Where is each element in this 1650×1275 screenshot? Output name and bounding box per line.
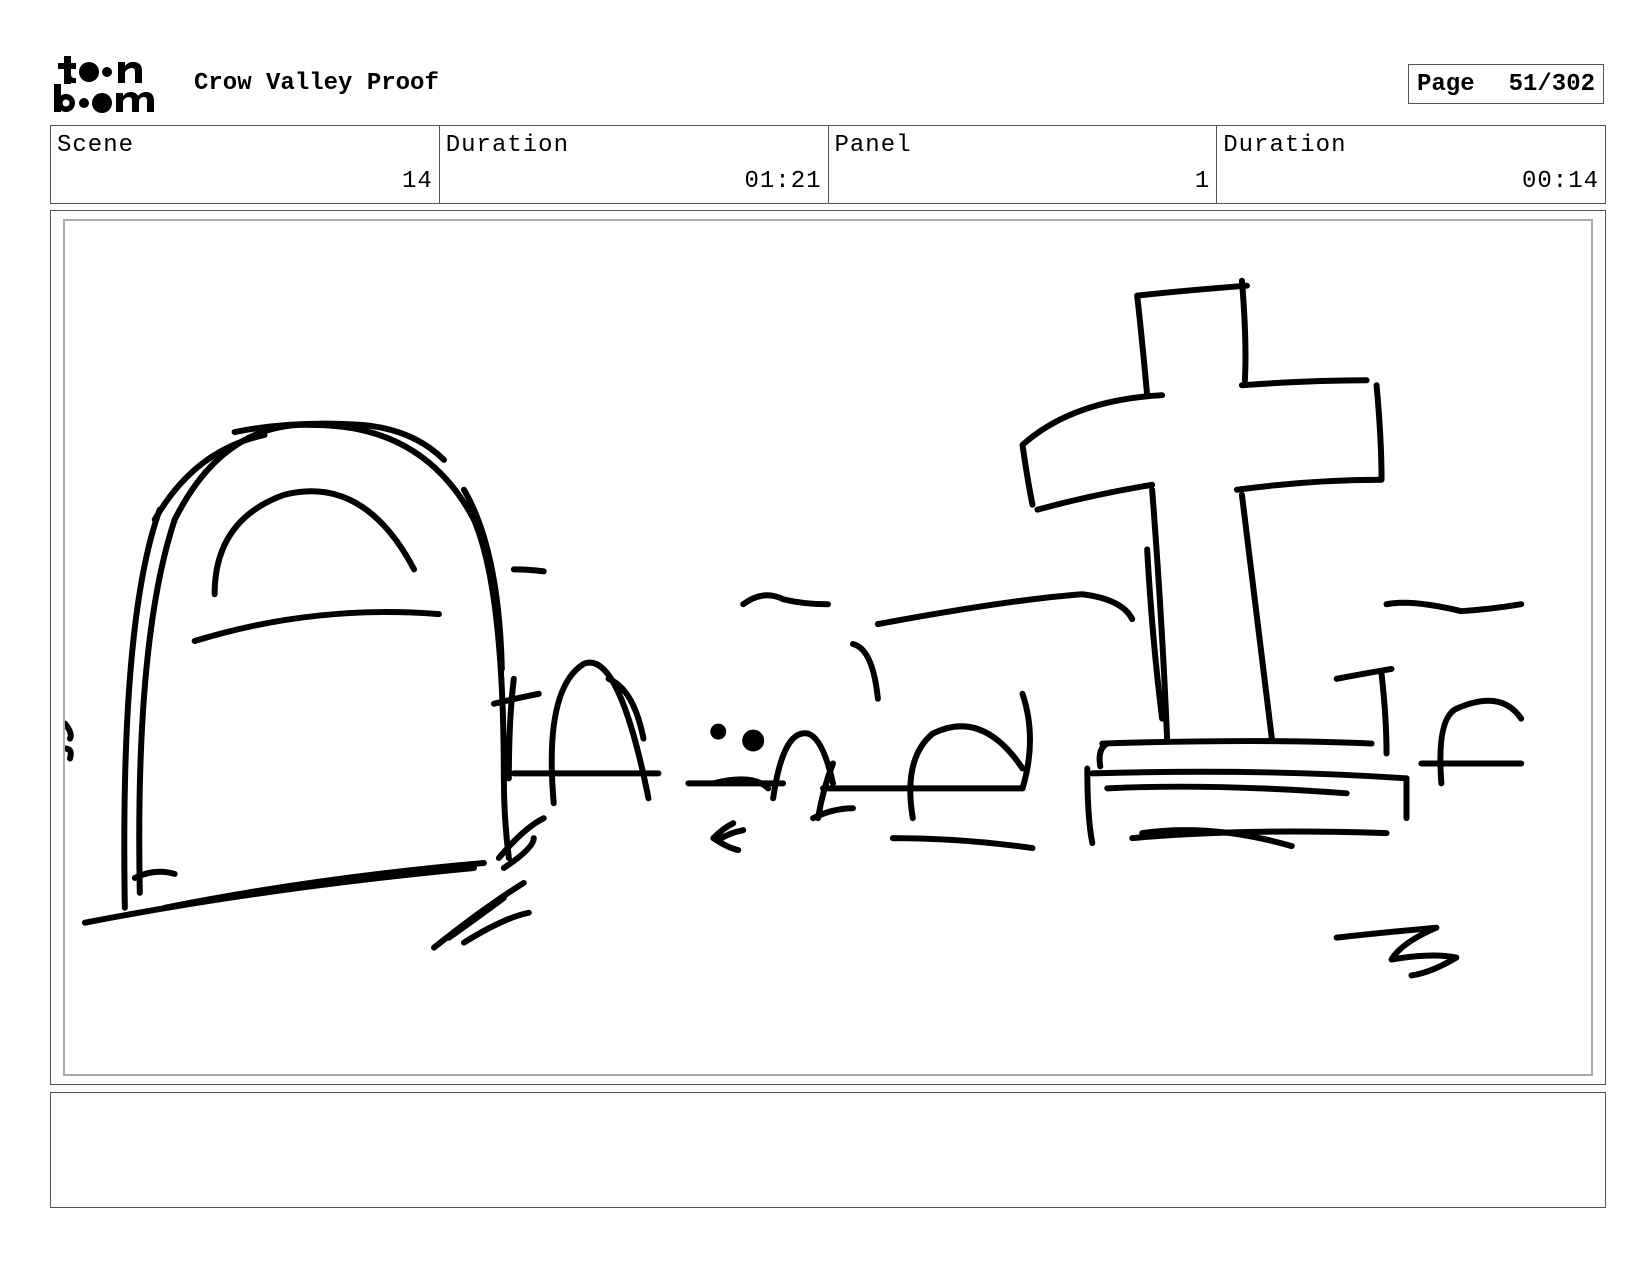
cross-monument-sketch (1019, 277, 1410, 850)
scene-value: 14 (401, 168, 433, 195)
panel-duration-value: 00:14 (1521, 168, 1599, 195)
panel-notes-box[interactable] (50, 1092, 1606, 1208)
project-title: Crow Valley Proof (194, 70, 439, 97)
cemetery-sketch (65, 277, 1525, 979)
scene-label: Scene (57, 132, 135, 159)
panel-value: 1 (1194, 168, 1211, 195)
scene-duration-label: Duration (445, 132, 569, 159)
edge-mark-sketch (65, 720, 74, 762)
scene-cell: Scene 14 (51, 126, 440, 203)
storyboard-panel-frame (50, 210, 1606, 1085)
panel-label: Panel (834, 132, 912, 159)
scene-info-row: Scene 14 Duration 01:21 Panel 1 Duration… (50, 125, 1606, 204)
storyboard-panel (63, 219, 1593, 1076)
far-right-tombstones-sketch (1333, 599, 1525, 979)
scene-duration-value: 01:21 (744, 168, 822, 195)
panel-duration-label: Duration (1223, 132, 1347, 159)
panel-duration-cell: Duration 00:14 (1217, 126, 1605, 203)
page-indicator: Page 51/302 (1408, 64, 1604, 104)
logo-graphic (54, 56, 154, 113)
panel-cell: Panel 1 (829, 126, 1218, 203)
small-tombstones-sketch (490, 566, 1136, 854)
toon-boom-logo (54, 54, 174, 116)
arched-tombstone-sketch (81, 420, 547, 951)
scene-duration-cell: Duration 01:21 (440, 126, 829, 203)
page-label: Page (1417, 70, 1475, 98)
page-number: 51/302 (1508, 70, 1595, 98)
